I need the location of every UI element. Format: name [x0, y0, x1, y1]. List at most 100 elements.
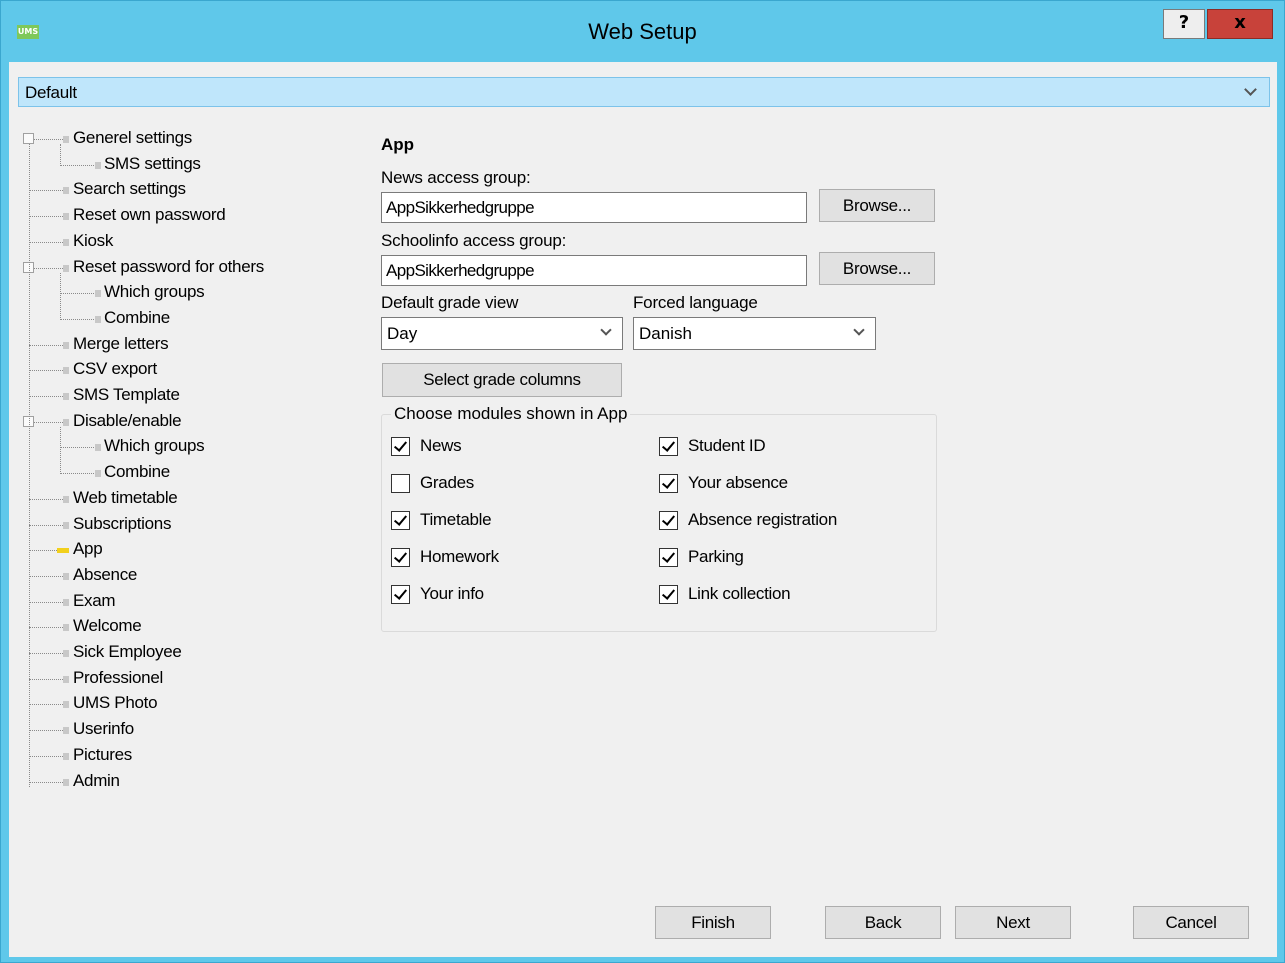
tree-item[interactable]: Kiosk	[9, 231, 369, 255]
module-checkbox[interactable]: Absence registration	[659, 509, 899, 533]
module-checkbox[interactable]: Homework	[391, 546, 631, 570]
tree-item[interactable]: Absence	[9, 565, 369, 589]
tree-item-label: Reset own password	[73, 205, 226, 224]
checked-icon[interactable]	[659, 585, 678, 604]
tree-item-label: Sick Employee	[73, 642, 182, 661]
tree-item[interactable]: Subscriptions	[9, 514, 369, 538]
checked-icon[interactable]	[659, 511, 678, 530]
unchecked-icon[interactable]	[391, 474, 410, 493]
tree-item[interactable]: Which groups	[9, 436, 369, 460]
node-icon	[63, 265, 69, 272]
checked-icon[interactable]	[391, 585, 410, 604]
tree-item-label: UMS Photo	[73, 693, 158, 712]
select-grade-columns-button[interactable]: Select grade columns	[382, 363, 622, 397]
profile-dropdown[interactable]: Default	[18, 77, 1270, 107]
expander-icon[interactable]	[23, 133, 34, 144]
schoolinfo-browse-button[interactable]: Browse...	[819, 252, 935, 285]
tree-connector	[60, 473, 94, 474]
tree-item[interactable]: Generel settings	[9, 128, 369, 152]
tree-item[interactable]: Userinfo	[9, 719, 369, 743]
section-title: App	[381, 135, 415, 154]
module-label: Timetable	[420, 510, 492, 529]
tree-connector	[60, 319, 94, 320]
tree-item-label: CSV export	[73, 359, 157, 378]
module-label: Your info	[420, 584, 484, 603]
checked-icon[interactable]	[391, 437, 410, 456]
tree-connector	[29, 268, 67, 269]
module-label: Link collection	[688, 584, 791, 603]
tree-item[interactable]: Admin	[9, 771, 369, 795]
node-icon	[95, 290, 101, 297]
node-icon	[95, 316, 101, 323]
checked-icon[interactable]	[659, 437, 678, 456]
tree-item[interactable]: App	[9, 539, 369, 563]
module-checkbox[interactable]: Link collection	[659, 583, 899, 607]
tree-item-label: Merge letters	[73, 334, 169, 353]
profile-dropdown-value: Default	[25, 83, 77, 102]
news-access-input[interactable]: AppSikkerhedgruppe	[381, 192, 807, 223]
tree-item[interactable]: Merge letters	[9, 334, 369, 358]
tree-connector	[60, 293, 94, 294]
tree-item[interactable]: Reset password for others	[9, 257, 369, 281]
module-checkbox[interactable]: News	[391, 435, 631, 459]
back-button[interactable]: Back	[825, 906, 941, 939]
checked-icon[interactable]	[659, 548, 678, 567]
module-checkbox[interactable]: Student ID	[659, 435, 899, 459]
tree-item[interactable]: Combine	[9, 308, 369, 332]
node-icon	[63, 624, 69, 631]
grade-view-select[interactable]: Day	[381, 317, 623, 350]
tree-item[interactable]: Disable/enable	[9, 411, 369, 435]
tree-connector	[29, 756, 67, 757]
language-label: Forced language	[633, 293, 758, 312]
module-checkbox[interactable]: Your absence	[659, 472, 899, 496]
tree-item[interactable]: Reset own password	[9, 205, 369, 229]
node-icon	[63, 393, 69, 400]
tree-item[interactable]: Welcome	[9, 616, 369, 640]
tree-item-label: Userinfo	[73, 719, 134, 738]
tree-item[interactable]: CSV export	[9, 359, 369, 383]
tree-item[interactable]: Pictures	[9, 745, 369, 769]
web-setup-window: UMS Web Setup ? x Default Generel settin…	[0, 0, 1285, 963]
tree-item-label: SMS Template	[73, 385, 180, 404]
language-select[interactable]: Danish	[633, 317, 876, 350]
node-icon	[63, 753, 69, 760]
tree-item-label: Exam	[73, 591, 116, 610]
schoolinfo-access-input[interactable]: AppSikkerhedgruppe	[381, 255, 807, 286]
tree-item[interactable]: Sick Employee	[9, 642, 369, 666]
module-checkbox[interactable]: Parking	[659, 546, 899, 570]
tree-connector	[29, 653, 67, 654]
help-button[interactable]: ?	[1163, 9, 1205, 39]
tree-item[interactable]: SMS settings	[9, 154, 369, 178]
checked-icon[interactable]	[391, 511, 410, 530]
tree-connector	[29, 216, 67, 217]
next-button[interactable]: Next	[955, 906, 1071, 939]
module-label: News	[420, 436, 462, 455]
tree-item[interactable]: Professionel	[9, 668, 369, 692]
tree-connector	[29, 345, 67, 346]
title-bar[interactable]: UMS Web Setup ? x	[1, 1, 1284, 61]
tree-item[interactable]: SMS Template	[9, 385, 369, 409]
checked-icon[interactable]	[659, 474, 678, 493]
cancel-button[interactable]: Cancel	[1133, 906, 1249, 939]
tree-item[interactable]: Combine	[9, 462, 369, 486]
node-icon	[63, 650, 69, 657]
close-button[interactable]: x	[1207, 9, 1273, 39]
module-checkbox[interactable]: Timetable	[391, 509, 631, 533]
tree-item[interactable]: Search settings	[9, 179, 369, 203]
tree-item[interactable]: UMS Photo	[9, 693, 369, 717]
finish-button[interactable]: Finish	[655, 906, 771, 939]
news-browse-button[interactable]: Browse...	[819, 189, 935, 222]
module-checkbox[interactable]: Grades	[391, 472, 631, 496]
node-icon	[63, 779, 69, 786]
schoolinfo-access-label: Schoolinfo access group:	[381, 231, 567, 250]
module-checkbox[interactable]: Your info	[391, 583, 631, 607]
tree-connector	[29, 422, 67, 423]
tree-item[interactable]: Exam	[9, 591, 369, 615]
tree-item-label: Search settings	[73, 179, 186, 198]
checked-icon[interactable]	[391, 548, 410, 567]
tree-trunk-line	[29, 144, 30, 787]
tree-item[interactable]: Which groups	[9, 282, 369, 306]
tree-item[interactable]: Web timetable	[9, 488, 369, 512]
module-label: Absence registration	[688, 510, 837, 529]
news-access-label: News access group:	[381, 168, 531, 187]
